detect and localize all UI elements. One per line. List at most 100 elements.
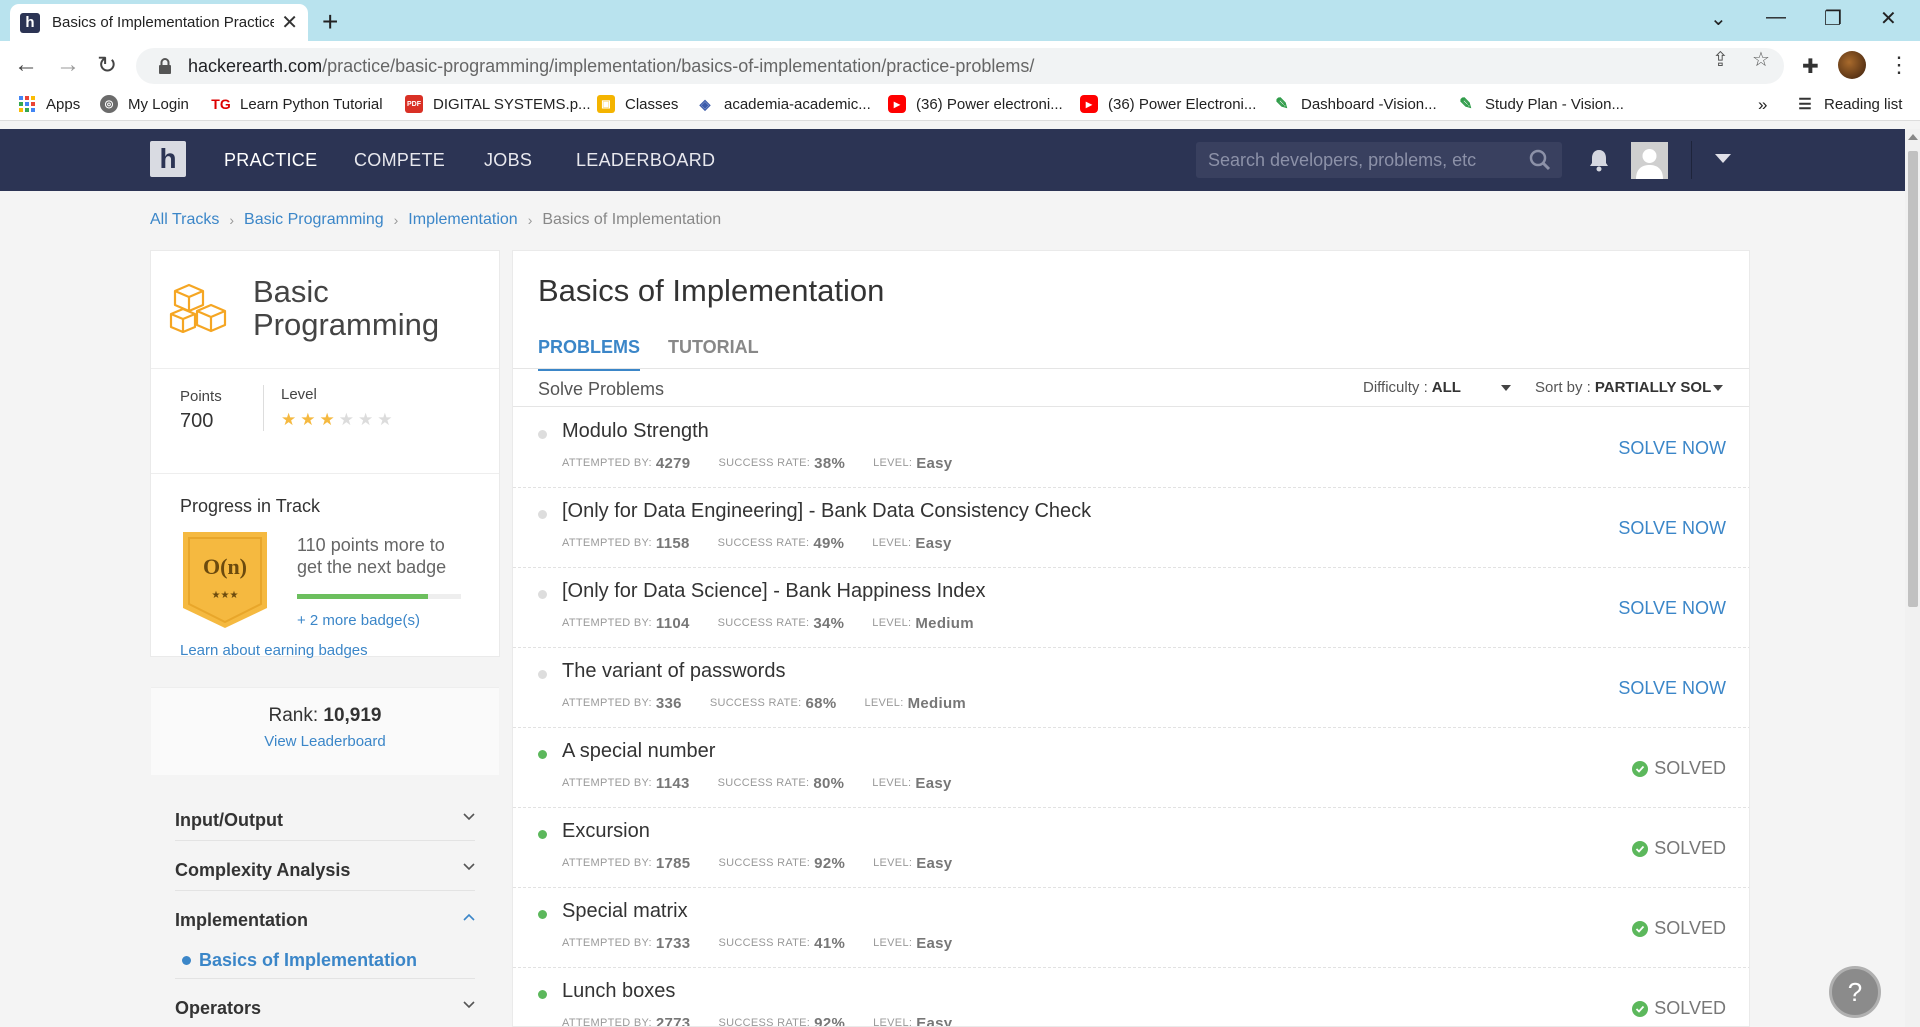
solve-now-button[interactable]: SOLVE NOW bbox=[1618, 678, 1726, 699]
bookmark-digital-systems[interactable]: PDF DIGITAL SYSTEMS.p... bbox=[405, 95, 591, 113]
solve-now-button[interactable]: SOLVE NOW bbox=[1618, 438, 1726, 459]
youtube-icon: ▶ bbox=[888, 95, 906, 113]
rank-value: 10,919 bbox=[323, 705, 382, 726]
tab-close-icon[interactable]: ✕ bbox=[281, 10, 298, 35]
attempted-label: ATTEMPTED BY: bbox=[562, 617, 652, 629]
scrollbar-thumb[interactable] bbox=[1908, 151, 1918, 607]
bookmark-learn-python[interactable]: TG Learn Python Tutorial bbox=[211, 95, 382, 113]
solve-now-button[interactable]: SOLVE NOW bbox=[1618, 598, 1726, 619]
browser-menu-icon[interactable]: ⋮ bbox=[1888, 52, 1910, 78]
user-menu-caret-icon[interactable] bbox=[1715, 154, 1731, 163]
bookmarks-overflow-button[interactable]: » bbox=[1758, 95, 1767, 115]
bookmark-power-electronics-2[interactable]: ▶ (36) Power Electroni... bbox=[1080, 95, 1256, 113]
hackerearth-favicon-icon: h bbox=[20, 12, 40, 33]
solved-label: SOLVED bbox=[1654, 918, 1726, 938]
problem-meta: ATTEMPTED BY: 4279 SUCCESS RATE: 38% LEVEL… bbox=[562, 455, 980, 474]
problem-meta: ATTEMPTED BY: 1158 SUCCESS RATE: 49% LEVEL… bbox=[562, 535, 980, 554]
bookmark-my-login[interactable]: ◎ My Login bbox=[100, 95, 189, 113]
user-avatar[interactable] bbox=[1631, 142, 1668, 179]
problem-name[interactable]: Modulo Strength bbox=[562, 420, 709, 443]
view-leaderboard-link[interactable]: View Leaderboard bbox=[264, 733, 385, 750]
topic-input-output[interactable]: Input/Output bbox=[175, 791, 475, 841]
breadcrumb-current: Basics of Implementation bbox=[542, 211, 722, 228]
solve-now-button[interactable]: SOLVE NOW bbox=[1618, 518, 1726, 539]
level-value: Medium bbox=[915, 615, 974, 632]
status-dot-icon bbox=[538, 910, 547, 919]
extensions-puzzle-icon[interactable]: ✚ bbox=[1802, 54, 1819, 79]
share-icon[interactable]: ⇪ bbox=[1712, 47, 1729, 72]
subtopic-basics-of-implementation[interactable]: Basics of Implementation bbox=[182, 950, 417, 971]
topic-operators[interactable]: Operators bbox=[175, 979, 475, 1027]
problem-name[interactable]: The variant of passwords bbox=[562, 660, 785, 683]
new-tab-button[interactable]: + bbox=[322, 6, 338, 38]
attempted-label: ATTEMPTED BY: bbox=[562, 937, 652, 949]
learn-earning-badges-link[interactable]: Learn about earning badges bbox=[180, 642, 368, 659]
problem-row: [Only for Data Science] - Bank Happiness… bbox=[513, 568, 1749, 648]
reading-list-label: Reading list bbox=[1824, 95, 1903, 113]
browser-profile-avatar[interactable] bbox=[1838, 51, 1866, 79]
scroll-up-arrow-icon[interactable] bbox=[1908, 134, 1918, 140]
breadcrumb-all-tracks[interactable]: All Tracks bbox=[150, 211, 219, 229]
site-search-input[interactable] bbox=[1208, 149, 1528, 171]
track-header: Basic Programming bbox=[151, 251, 499, 369]
bookmark-apps[interactable]: Apps bbox=[18, 95, 80, 113]
chevron-down-icon bbox=[463, 863, 475, 871]
tab-problems[interactable]: PROBLEMS bbox=[538, 337, 641, 371]
more-badges-link[interactable]: + 2 more badge(s) bbox=[297, 612, 420, 629]
tab-search-chevron-icon[interactable]: ⌄ bbox=[1710, 6, 1727, 31]
minimize-button[interactable]: — bbox=[1766, 6, 1786, 29]
breadcrumb-implementation[interactable]: Implementation bbox=[408, 211, 517, 229]
problem-name[interactable]: Lunch boxes bbox=[562, 980, 675, 1003]
back-button[interactable]: ← bbox=[14, 51, 38, 79]
nav-jobs[interactable]: JOBS bbox=[484, 150, 532, 171]
reading-list-button[interactable]: ☰ Reading list bbox=[1796, 95, 1903, 114]
svg-text:O(n): O(n) bbox=[203, 554, 247, 579]
tab-tutorial[interactable]: TUTORIAL bbox=[668, 337, 759, 371]
sort-filter[interactable]: Sort by : PARTIALLY SOL bbox=[1535, 379, 1724, 396]
problem-name[interactable]: A special number bbox=[562, 740, 715, 763]
close-window-button[interactable]: ✕ bbox=[1880, 6, 1897, 31]
lock-icon bbox=[159, 58, 171, 74]
difficulty-filter[interactable]: Difficulty : ALL bbox=[1363, 379, 1511, 396]
bookmark-label: academia-academic... bbox=[724, 95, 871, 113]
problem-name[interactable]: [Only for Data Engineering] - Bank Data … bbox=[562, 500, 1091, 523]
classroom-icon: ▣ bbox=[597, 95, 615, 113]
problem-row: Modulo Strength ATTEMPTED BY: 4279 SUCCES… bbox=[513, 408, 1749, 488]
nav-practice[interactable]: PRACTICE bbox=[224, 150, 317, 171]
problem-name[interactable]: Special matrix bbox=[562, 900, 688, 923]
help-button[interactable]: ? bbox=[1829, 966, 1881, 1018]
nav-compete[interactable]: COMPETE bbox=[354, 150, 445, 171]
problem-name[interactable]: [Only for Data Science] - Bank Happiness… bbox=[562, 580, 986, 603]
browser-tab-strip: h Basics of Implementation Practice ✕ + … bbox=[0, 0, 1920, 41]
browser-tab[interactable]: h Basics of Implementation Practice ✕ bbox=[10, 4, 308, 41]
bookmark-study-plan[interactable]: ✎ Study Plan - Vision... bbox=[1457, 95, 1624, 114]
url-omnibox[interactable]: hackerearth.com/practice/basic-programmi… bbox=[136, 48, 1784, 84]
restore-button[interactable]: ❐ bbox=[1824, 6, 1842, 31]
hackerearth-logo[interactable]: h bbox=[150, 141, 186, 177]
level-value: Easy bbox=[916, 855, 953, 872]
bookmark-academia[interactable]: ◈ academia-academic... bbox=[696, 95, 871, 113]
problem-name[interactable]: Excursion bbox=[562, 820, 650, 843]
topic-implementation[interactable]: Implementation bbox=[175, 891, 475, 941]
bookmark-dashboard-vision[interactable]: ✎ Dashboard -Vision... bbox=[1273, 95, 1436, 114]
status-dot-icon bbox=[538, 430, 547, 439]
forward-button[interactable]: → bbox=[56, 51, 80, 79]
level-stars: ★ ★ ★ ★ ★ ★ bbox=[281, 410, 397, 430]
points-label: Points bbox=[180, 388, 222, 405]
notification-bell-icon[interactable] bbox=[1588, 148, 1610, 172]
breadcrumb-basic-programming[interactable]: Basic Programming bbox=[244, 211, 384, 229]
reload-button[interactable]: ↻ bbox=[97, 51, 117, 80]
nav-leaderboard[interactable]: LEADERBOARD bbox=[576, 150, 715, 171]
attempted-value: 4279 bbox=[655, 455, 691, 472]
bookmark-classes[interactable]: ▣ Classes bbox=[597, 95, 678, 113]
search-icon[interactable] bbox=[1528, 148, 1552, 172]
bookmark-power-electronics-1[interactable]: ▶ (36) Power electroni... bbox=[888, 95, 1063, 113]
topic-complexity-analysis[interactable]: Complexity Analysis bbox=[175, 841, 475, 891]
success-label: SUCCESS RATE: bbox=[717, 537, 810, 549]
bookmark-star-icon[interactable]: ☆ bbox=[1752, 47, 1770, 72]
solve-problems-label: Solve Problems bbox=[538, 379, 665, 399]
progress-text: 110 points more to get the next badge bbox=[297, 535, 447, 577]
star-empty-icon: ★ bbox=[358, 410, 374, 430]
problem-row: Lunch boxes ATTEMPTED BY: 2773 SUCCESS RA… bbox=[513, 968, 1749, 1026]
page-scrollbar[interactable] bbox=[1905, 129, 1920, 1027]
